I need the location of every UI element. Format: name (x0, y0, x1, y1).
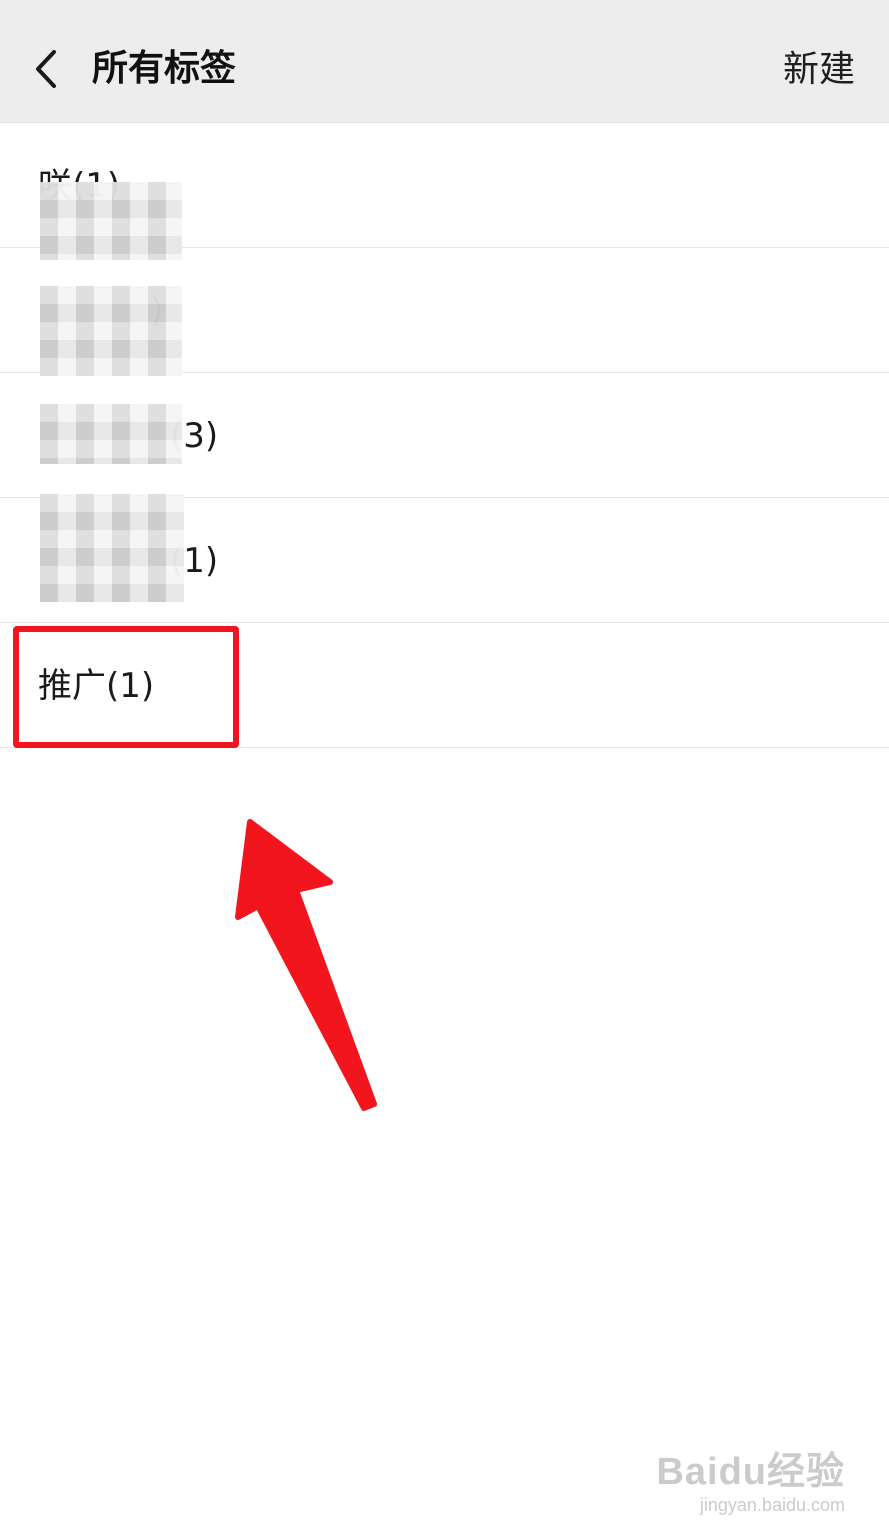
watermark-url: jingyan.baidu.com (699, 1495, 845, 1515)
tag-list-screen: 所有标签 新建 咲(1) ) (3) (1) 推广(1) Baidu经验 jin… (0, 0, 889, 1536)
watermark: Baidu经验 jingyan.baidu.com (656, 1450, 845, 1516)
watermark-logo: Baidu经验 (656, 1451, 845, 1493)
red-arrow-icon (235, 819, 377, 1111)
